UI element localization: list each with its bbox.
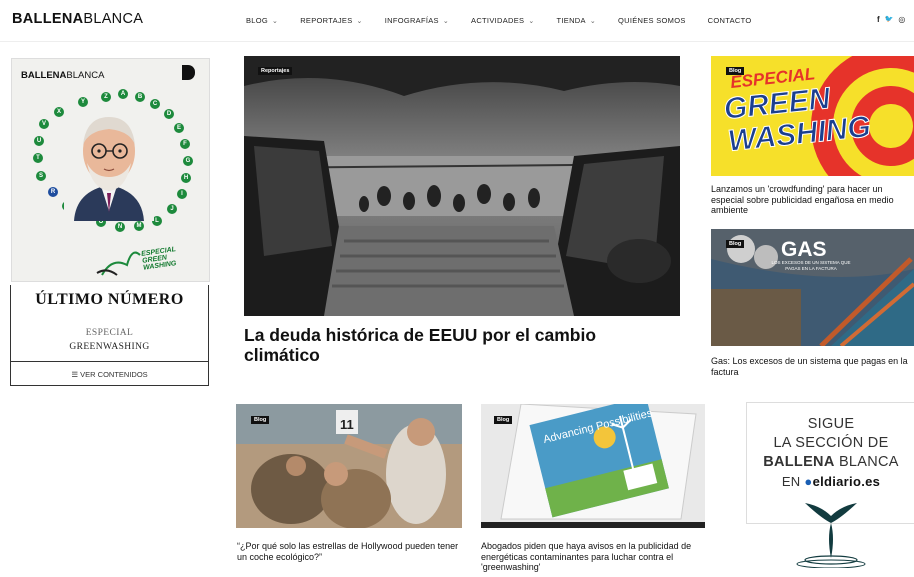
chevron-down-icon: ⌄ [528, 17, 535, 25]
nav-contacto[interactable]: CONTACTO [708, 16, 752, 25]
gas-image[interactable]: GAS LOS EXCESOS DE UN SISTEMA QUE PAGAS … [711, 229, 914, 346]
cover-letter: M [134, 221, 144, 231]
nav-blog[interactable]: BLOG ⌄ [246, 16, 278, 25]
featured-image[interactable]: Reportajes [244, 56, 680, 316]
main-nav: BLOG ⌄ REPORTAJES ⌄ INFOGRAFÍAS ⌄ ACTIVIDAD… [246, 16, 773, 25]
article-caption[interactable]: Lanzamos un 'crowdfunding' para hacer un… [711, 184, 914, 216]
nav-label: BLOG [246, 16, 269, 25]
portrait-illustration [64, 111, 154, 221]
cover-letter: F [180, 139, 190, 149]
cover-letter: X [54, 107, 64, 117]
chevron-down-icon: ⌄ [356, 17, 363, 25]
header-divider [0, 41, 914, 42]
twitter-icon[interactable]: 🐦 [885, 15, 894, 24]
eldiario-circle-icon: ● [804, 474, 813, 489]
cover-letter: Y [78, 97, 88, 107]
cover-letter: D [164, 109, 174, 119]
chevron-down-icon: ⌄ [272, 17, 279, 25]
cover-special-text: ESPECIAL GREEN WASHING [140, 246, 177, 272]
article-caption[interactable]: “¿Por qué solo las estrellas de Hollywoo… [237, 541, 463, 562]
cover-letter: I [177, 189, 187, 199]
gas-headline: GAS [781, 238, 827, 261]
nav-label: REPORTAJES [300, 16, 353, 25]
plant-illustration [96, 251, 141, 276]
newspaper-ad-photo: Advancing Possibilities [481, 404, 705, 528]
promo-line-3: BALLENA BLANCA [763, 454, 899, 470]
issue-line-2: GREENWASHING [69, 342, 150, 352]
magazine-cover[interactable]: BALLENABLANCA Z A B C D E F G H I J L M … [11, 58, 210, 282]
article-caption[interactable]: Gas: Los excesos de un sistema que pagas… [711, 356, 914, 377]
logo-bold: BALLENA [12, 11, 84, 27]
cover-letter: Z [101, 92, 111, 102]
whale-tail-icon [796, 503, 866, 568]
cover-letter: G [183, 156, 193, 166]
d-logo-icon [182, 65, 195, 80]
social-links: f 🐦 ◎ [877, 15, 905, 24]
instagram-icon[interactable]: ◎ [898, 15, 905, 24]
protest-photo: 11 [236, 404, 462, 528]
featured-title[interactable]: La deuda histórica de EEUU por el cambio… [244, 325, 664, 365]
promo-line-1: SIGUE [807, 416, 855, 432]
site-logo[interactable]: BALLENABLANCA [12, 11, 143, 27]
view-contents-button[interactable]: ☰ VER CONTENIDOS [11, 370, 208, 379]
cover-letter: J [167, 204, 177, 214]
greenwashing-image[interactable]: ESPECIAL GREEN WASHING Blog [711, 56, 914, 176]
list-icon: ☰ [71, 370, 79, 379]
article-caption[interactable]: Abogados piden que haya avisos en la pub… [481, 541, 705, 573]
chevron-down-icon: ⌄ [589, 17, 596, 25]
hollywood-image[interactable]: 11 Blog [236, 404, 462, 528]
nav-tienda[interactable]: TIENDA ⌄ [557, 16, 596, 25]
chevron-down-icon: ⌄ [442, 17, 450, 25]
nav-label: CONTACTO [707, 16, 752, 25]
svg-text:11: 11 [340, 417, 354, 432]
category-tag[interactable]: Blog [251, 416, 270, 424]
cover-letter: R [48, 187, 58, 197]
category-tag[interactable]: Blog [726, 67, 745, 75]
cover-letter: U [34, 136, 44, 146]
box-divider [11, 361, 208, 362]
cover-title: BALLENABLANCA [21, 70, 105, 81]
nav-reportajes[interactable]: REPORTAJES ⌄ [300, 16, 363, 25]
cover-letter: C [150, 99, 160, 109]
cover-letter: H [181, 173, 191, 183]
category-tag[interactable]: Blog [726, 240, 745, 248]
nav-quienes-somos[interactable]: QUIÉNES SOMOS [618, 16, 686, 25]
cover-letter: E [174, 123, 184, 133]
nav-label: TIENDA [556, 16, 586, 25]
issue-line-1: ESPECIAL [85, 328, 134, 338]
gas-subtext: LOS EXCESOS DE UN SISTEMA QUE PAGAS EN L… [771, 260, 851, 271]
cover-letter: V [39, 119, 49, 129]
cover-letter: T [33, 153, 43, 163]
category-tag[interactable]: Reportajes [258, 67, 293, 75]
cover-letter: N [115, 222, 125, 232]
cover-letter: A [118, 89, 128, 99]
promo-line-4: EN ●eldiario.es [781, 474, 881, 489]
latest-issue-heading: ÚLTIMO NÚMERO [35, 291, 184, 308]
nav-label: QUIÉNES SOMOS [618, 16, 686, 25]
view-contents-label: VER CONTENIDOS [80, 370, 148, 379]
cover-letter: B [135, 92, 145, 102]
eldiario-logo: ●eldiario.es [804, 474, 881, 489]
latest-issue-box: ÚLTIMO NÚMERO ESPECIAL GREENWASHING ☰ VE… [10, 285, 209, 386]
eldiario-promo[interactable]: SIGUE LA SECCIÓN DE BALLENA BLANCA EN ●e… [746, 402, 914, 568]
promo-line-2: LA SECCIÓN DE [773, 435, 889, 451]
nav-label: INFOGRAFÍAS [384, 16, 439, 25]
nav-label: ACTIVIDADES [471, 16, 525, 25]
cover-letter: S [36, 171, 46, 181]
logo-light: BLANCA [83, 11, 144, 27]
category-tag[interactable]: Blog [494, 416, 513, 424]
landing-craft-photo [244, 56, 680, 316]
nav-infografias[interactable]: INFOGRAFÍAS ⌄ [385, 16, 449, 25]
nav-actividades[interactable]: ACTIVIDADES ⌄ [471, 16, 534, 25]
facebook-icon[interactable]: f [877, 15, 880, 24]
lawyers-image[interactable]: Advancing Possibilities Blog [481, 404, 705, 528]
